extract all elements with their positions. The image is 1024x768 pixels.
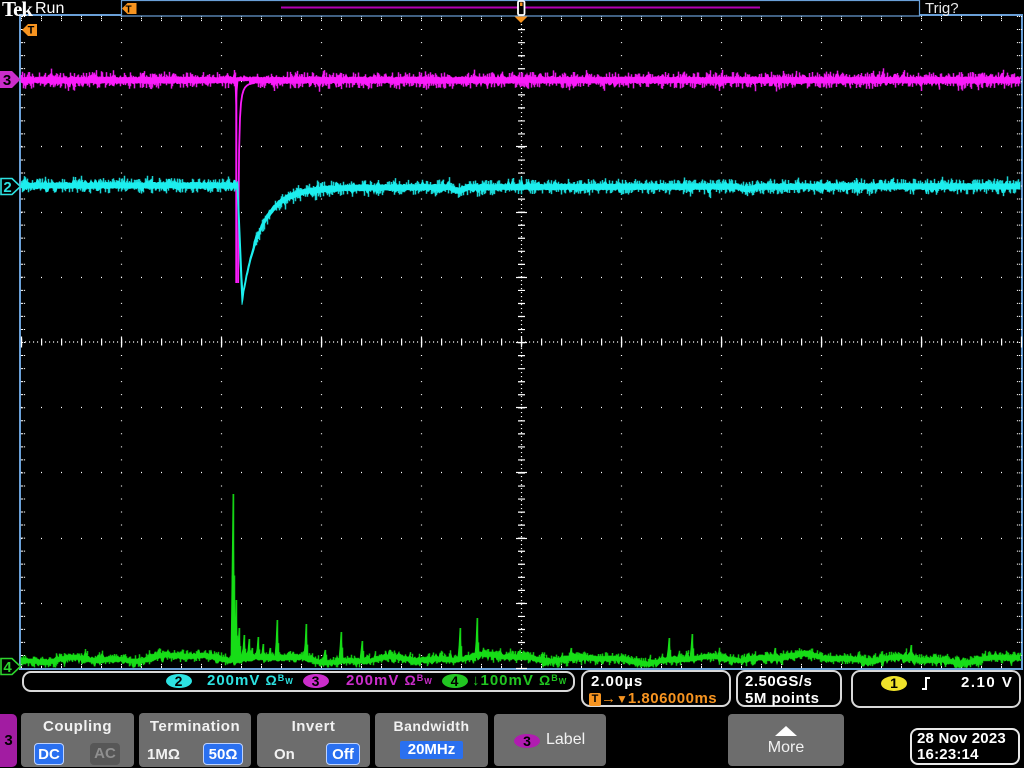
svg-text:4: 4	[3, 659, 12, 676]
svg-text:T: T	[28, 25, 35, 37]
svg-text:3: 3	[3, 72, 11, 89]
svg-text:2: 2	[3, 179, 11, 196]
svg-text:T: T	[125, 5, 131, 16]
